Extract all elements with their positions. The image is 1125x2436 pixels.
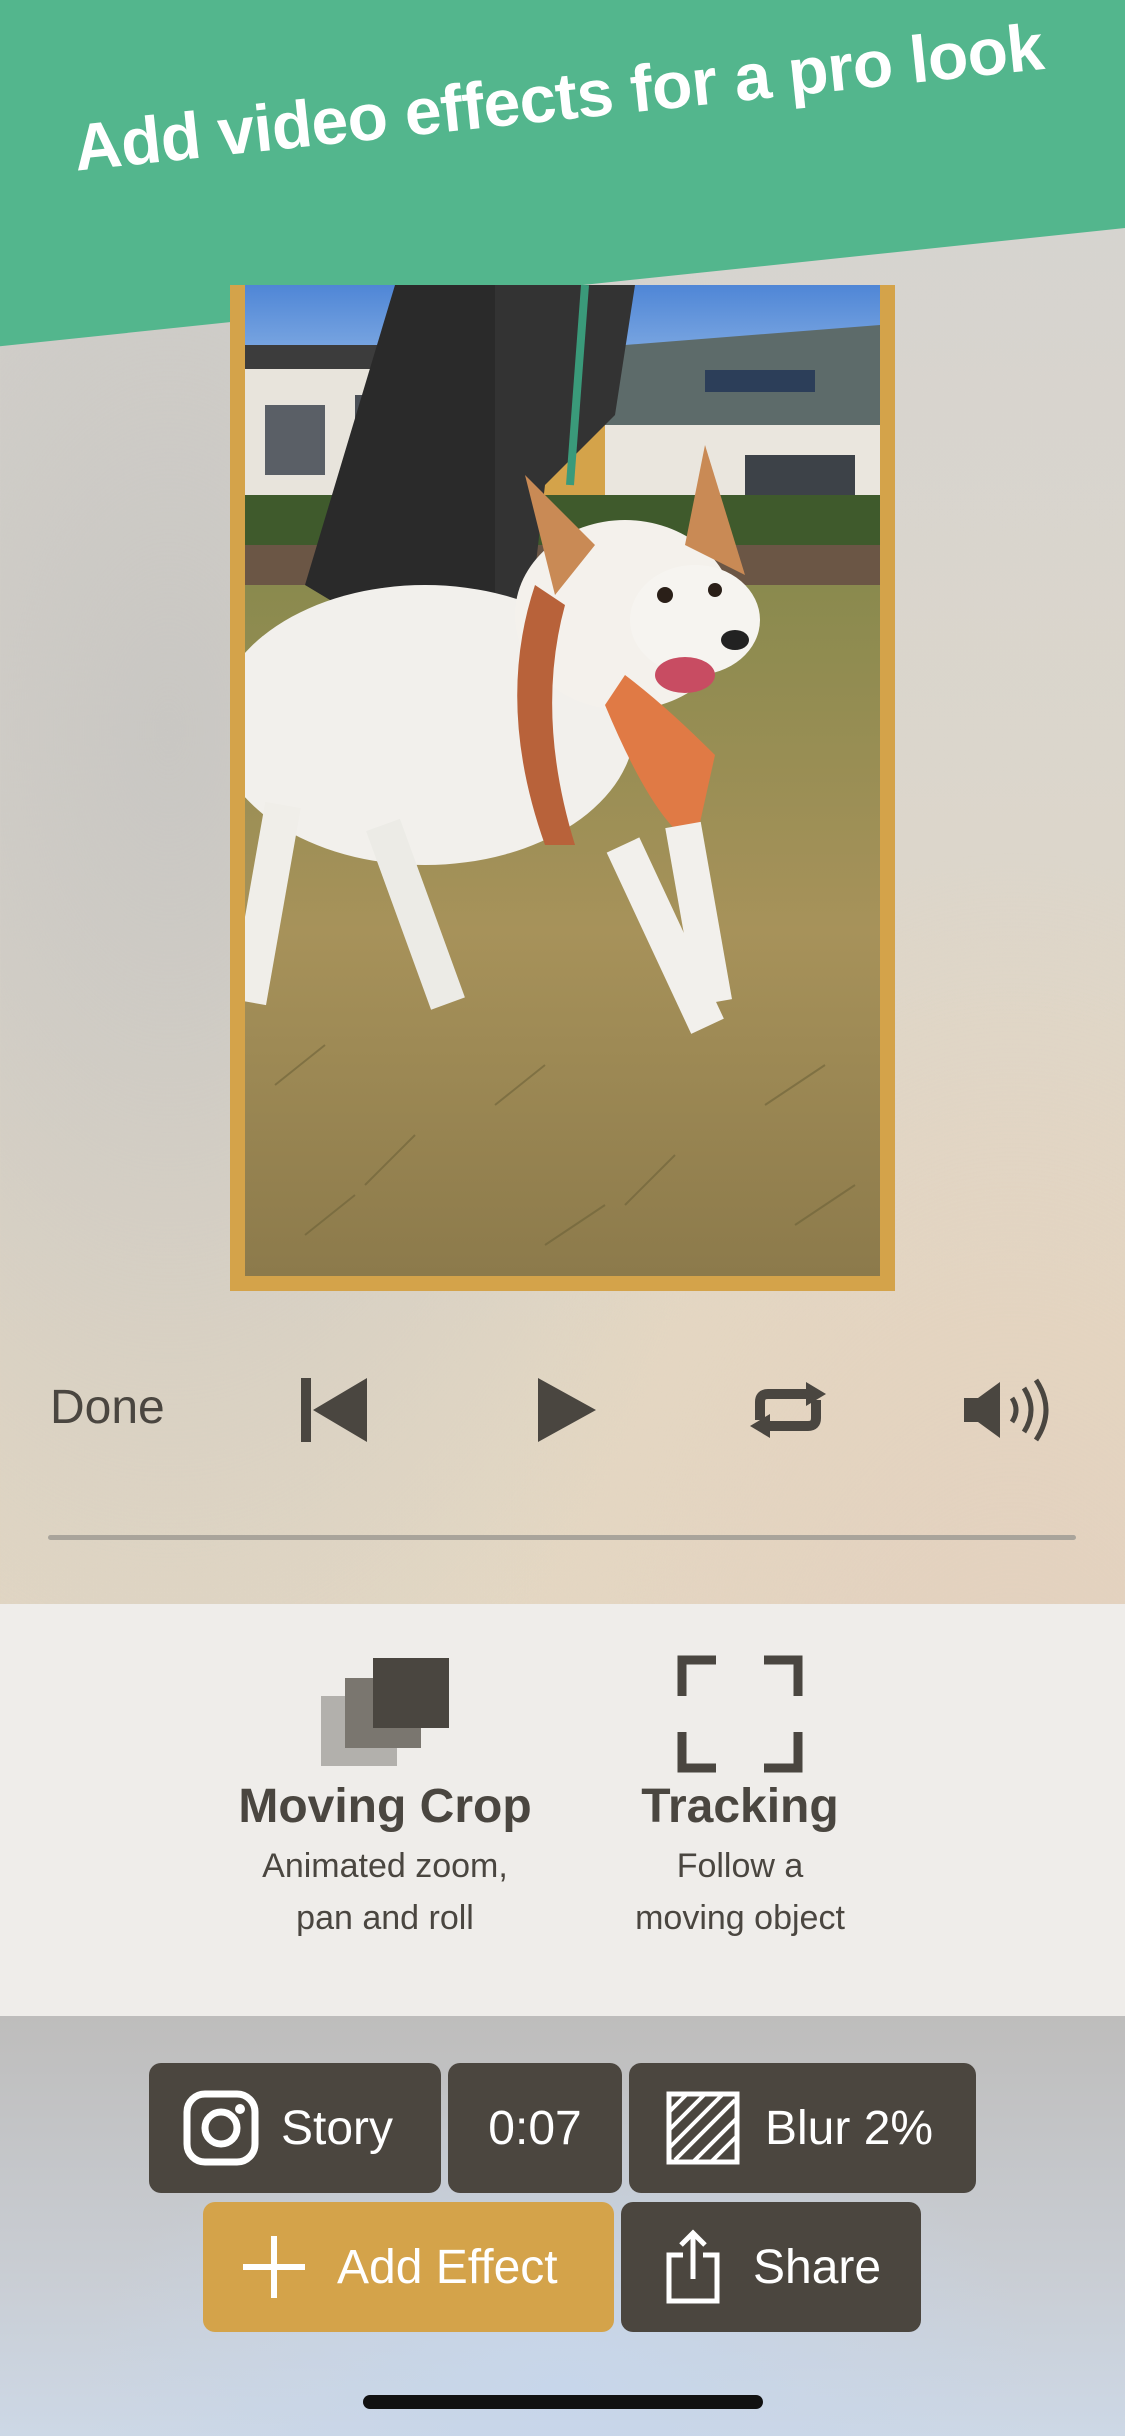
add-effect-label: Add Effect (337, 2240, 558, 2294)
video-preview[interactable] (245, 285, 880, 1276)
done-button[interactable]: Done (50, 1380, 165, 1435)
video-preview-frame[interactable] (230, 285, 895, 1291)
story-label: Story (281, 2101, 394, 2155)
timeline-scrubber[interactable] (48, 1535, 1076, 1540)
playback-controls: Done (0, 1340, 1125, 1470)
blur-button[interactable]: Blur 2% (629, 2063, 976, 2193)
blur-label: Blur 2% (765, 2101, 934, 2155)
moving-crop-desc-line1: Animated zoom, (262, 1847, 508, 1885)
volume-icon[interactable] (960, 1370, 1060, 1455)
moving-crop-desc-line2: pan and roll (296, 1899, 474, 1937)
tracking-desc-line2: moving object (635, 1899, 845, 1937)
moving-crop-option[interactable]: Moving Crop Animated zoom, pan and roll (225, 1654, 545, 1944)
duration-label: 0:07 (488, 2101, 582, 2155)
share-label: Share (753, 2240, 882, 2294)
share-icon (666, 2229, 720, 2304)
moving-crop-title: Moving Crop (238, 1780, 532, 1833)
video-frame-image (245, 285, 880, 1276)
effects-panel: Moving Crop Animated zoom, pan and roll … (0, 1604, 1125, 2016)
instagram-icon (183, 2090, 259, 2166)
home-indicator[interactable] (363, 2395, 763, 2409)
loop-icon[interactable] (740, 1370, 836, 1455)
layers-icon (321, 1658, 449, 1766)
tracking-title: Tracking (641, 1780, 839, 1833)
tracking-option[interactable]: Tracking Follow a moving object (580, 1654, 900, 1944)
viewfinder-icon (677, 1655, 803, 1773)
add-effect-button[interactable]: Add Effect (203, 2202, 614, 2332)
share-button[interactable]: Share (621, 2202, 921, 2332)
skip-to-start-icon[interactable] (295, 1370, 375, 1455)
plus-icon (243, 2236, 305, 2298)
play-icon[interactable] (530, 1370, 610, 1455)
bottom-toolbar: Story 0:07 Blur 2% Add Effect Share (0, 2016, 1125, 2436)
tracking-desc-line1: Follow a (676, 1847, 804, 1885)
story-button[interactable]: Story (149, 2063, 441, 2193)
blur-icon (666, 2091, 740, 2165)
duration-button[interactable]: 0:07 (448, 2063, 622, 2193)
